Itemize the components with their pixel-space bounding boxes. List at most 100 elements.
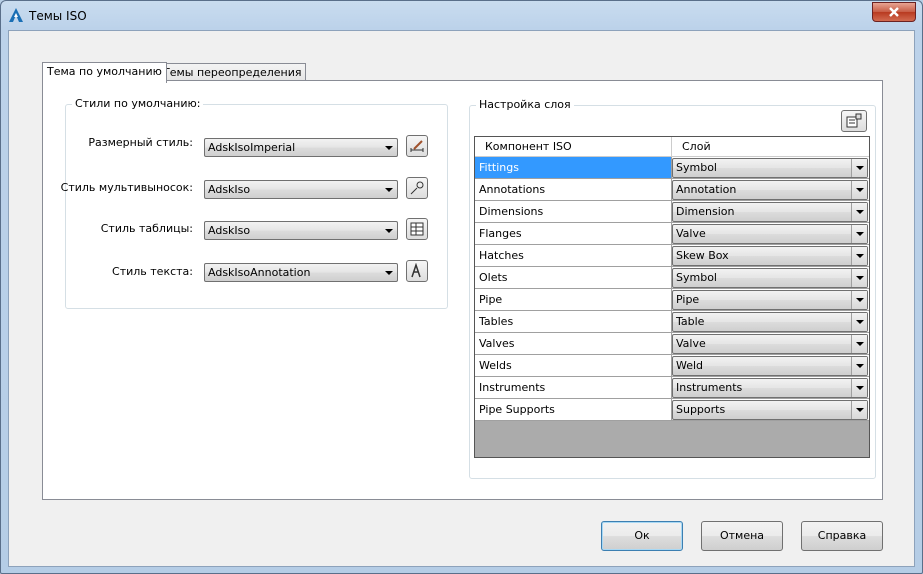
chevron-down-icon[interactable] bbox=[851, 225, 867, 243]
select-value: Dimension bbox=[676, 205, 735, 218]
layer-select[interactable]: Dimension bbox=[672, 202, 868, 222]
select-value: Symbol bbox=[676, 271, 717, 284]
table-row[interactable]: Olets Symbol bbox=[475, 267, 869, 289]
layer-cell: Instruments bbox=[672, 377, 869, 399]
component-cell[interactable]: Dimensions bbox=[475, 201, 672, 223]
select-value: Supports bbox=[676, 403, 726, 416]
component-cell[interactable]: Fittings bbox=[475, 157, 672, 179]
group-title: Настройка слоя bbox=[476, 98, 574, 111]
select-value: Skew Box bbox=[676, 249, 729, 262]
component-cell[interactable]: Tables bbox=[475, 311, 672, 333]
select-value: AdskIso bbox=[208, 224, 251, 237]
component-cell[interactable]: Annotations bbox=[475, 179, 672, 201]
layer-cell: Symbol bbox=[672, 267, 869, 289]
ok-button[interactable]: Ок bbox=[601, 521, 683, 551]
chevron-down-icon bbox=[385, 271, 393, 275]
table-header: Компонент ISO Слой bbox=[475, 137, 869, 157]
dimension-style-select[interactable]: AdskIsoImperial bbox=[204, 138, 398, 157]
select-value: AdskIsoImperial bbox=[208, 141, 296, 154]
chevron-down-icon bbox=[385, 229, 393, 233]
chevron-down-icon[interactable] bbox=[851, 291, 867, 309]
window-title: Темы ISO bbox=[29, 9, 87, 23]
select-value: Table bbox=[676, 315, 705, 328]
table-row[interactable]: Annotations Annotation bbox=[475, 179, 869, 201]
layer-select[interactable]: Weld bbox=[672, 356, 868, 376]
text-style-select[interactable]: AdskIsoAnnotation bbox=[204, 263, 398, 282]
select-value: Annotation bbox=[676, 183, 737, 196]
text-style-label: Стиль текста: bbox=[112, 265, 193, 278]
component-cell[interactable]: Valves bbox=[475, 333, 672, 355]
chevron-down-icon[interactable] bbox=[851, 181, 867, 199]
chevron-down-icon[interactable] bbox=[851, 313, 867, 331]
close-icon bbox=[889, 7, 899, 17]
title-bar: Темы ISO bbox=[1, 1, 922, 31]
multileader-style-icon bbox=[410, 181, 424, 195]
table-row[interactable]: Welds Weld bbox=[475, 355, 869, 377]
select-value: Valve bbox=[676, 337, 706, 350]
text-style-icon bbox=[411, 263, 421, 278]
select-value: Symbol bbox=[676, 161, 717, 174]
layer-cell: Valve bbox=[672, 333, 869, 355]
table-row[interactable]: Flanges Valve bbox=[475, 223, 869, 245]
layer-select[interactable]: Instruments bbox=[672, 378, 868, 398]
layer-select[interactable]: Table bbox=[672, 312, 868, 332]
chevron-down-icon[interactable] bbox=[851, 269, 867, 287]
select-value: AdskIso bbox=[208, 183, 251, 196]
layer-select[interactable]: Skew Box bbox=[672, 246, 868, 266]
layer-cell: Annotation bbox=[672, 179, 869, 201]
column-header-layer[interactable]: Слой bbox=[672, 137, 869, 157]
chevron-down-icon[interactable] bbox=[851, 357, 867, 375]
select-value: Valve bbox=[676, 227, 706, 240]
layer-select[interactable]: Pipe bbox=[672, 290, 868, 310]
component-cell[interactable]: Pipe bbox=[475, 289, 672, 311]
layer-cell: Skew Box bbox=[672, 245, 869, 267]
table-row[interactable]: Pipe Supports Supports bbox=[475, 399, 869, 421]
autocad-logo-icon bbox=[9, 8, 23, 22]
multileader-style-button[interactable] bbox=[406, 177, 428, 199]
component-cell[interactable]: Olets bbox=[475, 267, 672, 289]
text-style-button[interactable] bbox=[406, 260, 428, 282]
select-value: Pipe bbox=[676, 293, 700, 306]
component-cell[interactable]: Pipe Supports bbox=[475, 399, 672, 421]
chevron-down-icon[interactable] bbox=[851, 247, 867, 265]
table-style-select[interactable]: AdskIso bbox=[204, 221, 398, 240]
layer-select[interactable]: Annotation bbox=[672, 180, 868, 200]
layer-select[interactable]: Symbol bbox=[672, 268, 868, 288]
table-row[interactable]: Fittings Symbol bbox=[475, 157, 869, 179]
table-row[interactable]: Tables Table bbox=[475, 311, 869, 333]
table-row[interactable]: Pipe Pipe bbox=[475, 289, 869, 311]
multileader-style-label: Стиль мультивыносок: bbox=[60, 181, 193, 194]
layer-cell: Valve bbox=[672, 223, 869, 245]
layer-select[interactable]: Supports bbox=[672, 400, 868, 420]
chevron-down-icon[interactable] bbox=[851, 379, 867, 397]
table-row[interactable]: Dimensions Dimension bbox=[475, 201, 869, 223]
table-row[interactable]: Hatches Skew Box bbox=[475, 245, 869, 267]
table-style-button[interactable] bbox=[406, 218, 428, 240]
layer-list-icon bbox=[846, 113, 862, 128]
layer-select[interactable]: Valve bbox=[672, 334, 868, 354]
component-cell[interactable]: Flanges bbox=[475, 223, 672, 245]
table-style-label: Стиль таблицы: bbox=[100, 222, 193, 235]
component-cell[interactable]: Instruments bbox=[475, 377, 672, 399]
chevron-down-icon[interactable] bbox=[851, 203, 867, 221]
multileader-style-select[interactable]: AdskIso bbox=[204, 180, 398, 199]
layer-select[interactable]: Symbol bbox=[672, 158, 868, 178]
layer-settings-button[interactable] bbox=[841, 110, 867, 132]
layer-cell: Table bbox=[672, 311, 869, 333]
cancel-button[interactable]: Отмена bbox=[701, 521, 783, 551]
tab-label: Темы переопределения bbox=[163, 66, 302, 79]
help-button[interactable]: Справка bbox=[801, 521, 883, 551]
chevron-down-icon[interactable] bbox=[851, 159, 867, 177]
layer-select[interactable]: Valve bbox=[672, 224, 868, 244]
component-cell[interactable]: Welds bbox=[475, 355, 672, 377]
close-button[interactable] bbox=[872, 2, 916, 22]
table-row[interactable]: Instruments Instruments bbox=[475, 377, 869, 399]
chevron-down-icon[interactable] bbox=[851, 335, 867, 353]
component-cell[interactable]: Hatches bbox=[475, 245, 672, 267]
chevron-down-icon[interactable] bbox=[851, 401, 867, 419]
table-row[interactable]: Valves Valve bbox=[475, 333, 869, 355]
dimension-style-button[interactable] bbox=[406, 135, 428, 157]
chevron-down-icon bbox=[385, 188, 393, 192]
column-header-component[interactable]: Компонент ISO bbox=[475, 137, 672, 157]
tab-default-theme[interactable]: Тема по умолчанию bbox=[42, 62, 167, 83]
